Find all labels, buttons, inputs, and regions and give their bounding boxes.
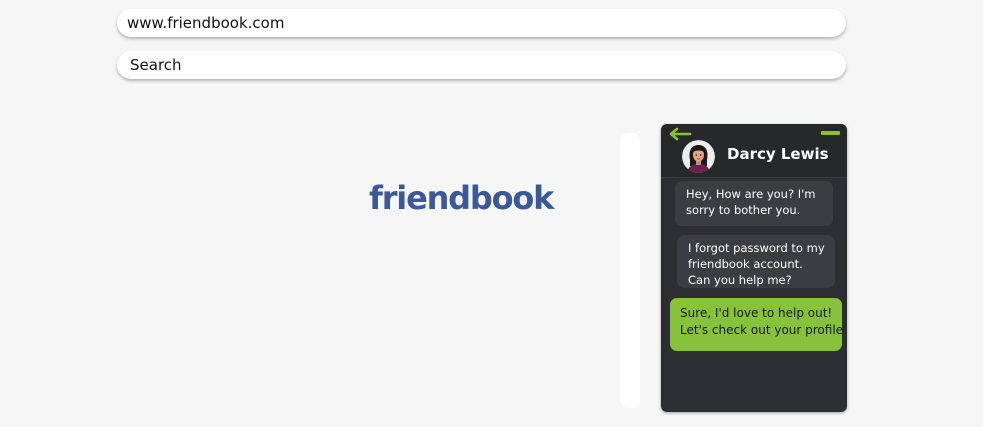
arrow-left-icon[interactable] bbox=[668, 127, 692, 141]
search-input[interactable]: Search bbox=[117, 51, 846, 79]
scrollbar-track[interactable] bbox=[620, 133, 640, 408]
chat-message-incoming: Hey, How are you? I'm sorry to bother yo… bbox=[675, 181, 833, 226]
message-line: Can you help me? bbox=[688, 273, 792, 287]
avatar-woman-icon bbox=[682, 140, 715, 173]
chat-window: Darcy Lewis Hey, How are you? I'm sorry … bbox=[661, 124, 847, 412]
message-line: Let's check out your profile. bbox=[680, 323, 842, 337]
chat-message-incoming: I forgot password to my friendbook accou… bbox=[677, 235, 835, 288]
chat-message-outgoing: Sure, I'd love to help out! Let's check … bbox=[670, 298, 842, 351]
message-line: friendbook account. bbox=[688, 257, 803, 271]
message-line: Sure, I'd love to help out! bbox=[680, 306, 833, 320]
contact-name: Darcy Lewis bbox=[727, 145, 829, 163]
chat-header: Darcy Lewis bbox=[661, 124, 847, 178]
minimize-icon[interactable] bbox=[821, 131, 840, 135]
friendbook-logo: friendbook bbox=[369, 179, 554, 217]
message-line: I forgot password to my bbox=[688, 241, 825, 255]
message-line: Hey, How are you? I'm bbox=[686, 187, 816, 201]
address-bar[interactable]: www.friendbook.com bbox=[117, 9, 846, 37]
avatar bbox=[682, 140, 715, 173]
message-line: sorry to bother you. bbox=[686, 203, 801, 217]
